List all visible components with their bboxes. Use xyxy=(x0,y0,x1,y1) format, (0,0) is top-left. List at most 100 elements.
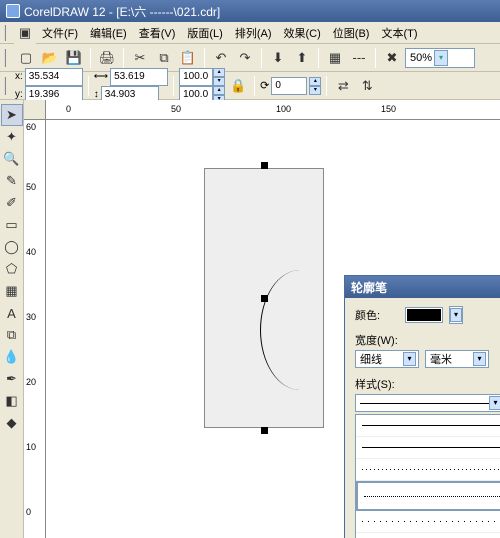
welcome-button[interactable]: --- xyxy=(348,47,370,69)
lock-ratio-button[interactable]: 🔒 xyxy=(227,75,249,97)
chevron-down-icon: ▾ xyxy=(450,308,462,322)
style-option-dash[interactable] xyxy=(356,533,500,538)
pick-tool[interactable]: ➤ xyxy=(1,104,23,126)
selection-handle[interactable] xyxy=(261,427,268,434)
spin-buttons[interactable]: ▴▾ xyxy=(213,68,225,86)
export-button[interactable]: ⬆ xyxy=(291,47,313,69)
open-button[interactable]: 📂 xyxy=(39,47,61,69)
color-label: 颜色: xyxy=(355,307,399,323)
fill-tool[interactable]: ◧ xyxy=(1,390,23,412)
redo-button[interactable]: ↷ xyxy=(234,47,256,69)
width-combo[interactable]: 细线 ▾ xyxy=(355,350,419,368)
cut-button[interactable]: ✂ xyxy=(129,47,151,69)
toolbar-handle[interactable] xyxy=(4,49,10,67)
menu-text[interactable]: 文本(T) xyxy=(375,23,423,43)
chevron-down-icon: ▾ xyxy=(403,352,416,366)
style-option-solid[interactable] xyxy=(356,415,500,437)
rotation-input[interactable]: 0 xyxy=(271,77,307,95)
outline-tool[interactable]: ✒ xyxy=(1,368,23,390)
menu-edit[interactable]: 编辑(E) xyxy=(84,23,133,43)
ruler-corner[interactable] xyxy=(24,100,46,120)
ruler-tick: 0 xyxy=(26,507,31,517)
spin-buttons[interactable]: ▴▾ xyxy=(309,77,321,95)
style-combo[interactable]: ▾ xyxy=(355,394,500,412)
rotate-icon: ⟳ xyxy=(260,79,269,92)
menu-bitmap[interactable]: 位图(B) xyxy=(327,23,376,43)
vertical-ruler[interactable]: 60 50 40 30 20 10 0 xyxy=(24,120,46,538)
style-label: 样式(S): xyxy=(355,379,395,391)
new-button[interactable]: ▢ xyxy=(15,47,37,69)
title-bar: CorelDRAW 12 - [E:\六 ------\021.cdr] xyxy=(0,0,500,22)
window-icon[interactable]: ▣ xyxy=(14,22,36,44)
style-option-dot[interactable] xyxy=(356,481,500,511)
menu-view[interactable]: 查看(V) xyxy=(133,23,182,43)
style-option-thin[interactable] xyxy=(356,437,500,459)
import-button[interactable]: ⬇ xyxy=(267,47,289,69)
unit-combo[interactable]: 毫米 ▾ xyxy=(425,350,489,368)
options-button[interactable]: ✖ xyxy=(381,47,403,69)
workspace: ➤ ✦ 🔍 ✎ ✐ ▭ ◯ ⬠ ▦ A ⧉ 💧 ✒ ◧ ◆ 0 50 100 1… xyxy=(0,100,500,538)
scale-x-input[interactable]: 100.0 xyxy=(179,68,213,86)
zoom-tool[interactable]: 🔍 xyxy=(1,148,23,170)
chevron-down-icon[interactable]: ▾ xyxy=(434,50,448,66)
divider xyxy=(204,48,205,68)
menubar-handle[interactable] xyxy=(4,25,10,41)
canvas-area[interactable]: 0 50 100 150 60 50 40 30 20 10 0 轮廓笔 xyxy=(24,100,500,538)
color-picker[interactable] xyxy=(405,307,443,323)
basic-shapes-tool[interactable]: ▦ xyxy=(1,280,23,302)
interactive-fill-tool[interactable]: ◆ xyxy=(1,412,23,434)
smart-draw-tool[interactable]: ✐ xyxy=(1,192,23,214)
eyedropper-tool[interactable]: 💧 xyxy=(1,346,23,368)
dialog-title[interactable]: 轮廓笔 xyxy=(345,276,500,298)
x-input[interactable]: 35.534 mm xyxy=(25,68,83,86)
mirror-v-button[interactable]: ⇅ xyxy=(356,75,378,97)
divider xyxy=(254,76,255,96)
ellipse-object[interactable] xyxy=(260,270,340,390)
text-tool[interactable]: A xyxy=(1,302,23,324)
menu-layout[interactable]: 版面(L) xyxy=(181,23,228,43)
divider xyxy=(123,48,124,68)
divider xyxy=(261,48,262,68)
rectangle-tool[interactable]: ▭ xyxy=(1,214,23,236)
position-group: x: 35.534 mm y: 19.396 mm xyxy=(15,68,83,104)
freehand-tool[interactable]: ✎ xyxy=(1,170,23,192)
chevron-down-icon: ▾ xyxy=(473,352,486,366)
ruler-tick: 150 xyxy=(381,104,396,114)
menu-arrange[interactable]: 排列(A) xyxy=(229,23,278,43)
ruler-tick: 0 xyxy=(66,104,71,114)
menu-effects[interactable]: 效果(C) xyxy=(278,23,327,43)
color-dropdown[interactable]: ▾ xyxy=(449,306,463,324)
ruler-tick: 20 xyxy=(26,377,36,387)
color-swatch xyxy=(407,309,441,321)
selection-handle[interactable] xyxy=(261,295,268,302)
width-icon: ⟷ xyxy=(94,71,108,82)
height-icon: ↕ xyxy=(94,89,99,100)
print-button[interactable]: 🖨 xyxy=(96,47,118,69)
horizontal-ruler[interactable]: 0 50 100 150 xyxy=(46,100,500,120)
line-dot-icon xyxy=(364,496,500,497)
copy-button[interactable]: ⧉ xyxy=(153,47,175,69)
save-button[interactable]: 💾 xyxy=(63,47,85,69)
style-dropdown-list[interactable] xyxy=(355,414,500,538)
x-label: x: xyxy=(15,71,23,82)
app-launcher-button[interactable]: ▦ xyxy=(324,47,346,69)
line-thin-icon xyxy=(362,447,500,448)
blend-tool[interactable]: ⧉ xyxy=(1,324,23,346)
polygon-tool[interactable]: ⬠ xyxy=(1,258,23,280)
propbar-handle[interactable] xyxy=(4,77,10,95)
selection-handle[interactable] xyxy=(261,162,268,169)
style-option-dot-sparse[interactable] xyxy=(356,511,500,533)
menu-file[interactable]: 文件(F) xyxy=(36,23,84,43)
window-title: CorelDRAW 12 - [E:\六 ------\021.cdr] xyxy=(24,3,220,20)
paste-button[interactable]: 📋 xyxy=(177,47,199,69)
style-option-dot-fine[interactable] xyxy=(356,459,500,481)
shape-tool[interactable]: ✦ xyxy=(1,126,23,148)
width-value: 细线 xyxy=(360,351,382,367)
zoom-combo[interactable]: 50% ▾ xyxy=(405,48,475,68)
ellipse-tool[interactable]: ◯ xyxy=(1,236,23,258)
width-input[interactable]: 53.619 mm xyxy=(110,68,168,86)
mirror-h-button[interactable]: ⇄ xyxy=(332,75,354,97)
divider xyxy=(88,76,89,96)
undo-button[interactable]: ↶ xyxy=(210,47,232,69)
outline-pen-dialog[interactable]: 轮廓笔 颜色: ▾ 宽度(W): 细线 ▾ xyxy=(344,275,500,538)
